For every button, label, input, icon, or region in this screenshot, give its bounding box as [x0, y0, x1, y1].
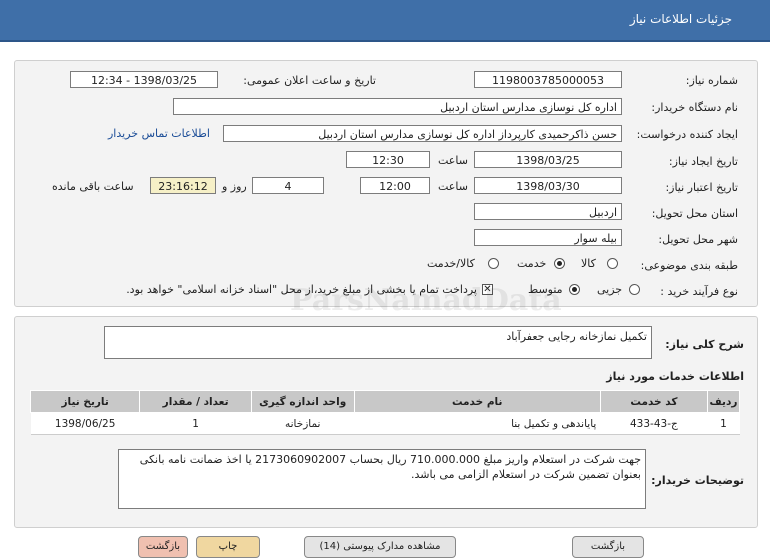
cell-service-code: ج-43-433	[600, 412, 708, 435]
days-field: 4	[252, 177, 324, 194]
cell-date: 1398/06/25	[30, 412, 140, 435]
category-label: طبقه بندی موضوعی:	[640, 259, 738, 272]
back-button-left[interactable]: بازگشت	[138, 536, 188, 558]
page-header: جزئیات اطلاعات نیاز	[0, 0, 770, 42]
category-service-label: خدمت	[517, 257, 547, 270]
summary-label: شرح کلی نیاز:	[665, 338, 744, 351]
back-button-right[interactable]: بازگشت	[572, 536, 644, 558]
process-medium-radio[interactable]	[569, 284, 580, 295]
announce-label: تاریخ و ساعت اعلان عمومی:	[243, 74, 376, 87]
cell-quantity: 1	[139, 412, 252, 435]
col-date: تاریخ نیاز	[29, 390, 141, 413]
cell-service-name: پایاندهی و تکمیل بنا	[354, 412, 601, 435]
requester-field: حسن ذاکرحمیدی کارپرداز اداره کل نوسازی م…	[223, 125, 622, 142]
cell-row: 1	[707, 412, 740, 435]
col-unit: واحد اندازه گیری	[250, 390, 355, 413]
category-both-radio[interactable]	[488, 258, 499, 269]
process-partial-label: جزیی	[597, 283, 623, 296]
summary-field: تکمیل نمازخانه رجایی جعفرآباد	[104, 326, 652, 359]
province-label: استان محل تحویل:	[651, 207, 738, 220]
col-row: ردیف	[706, 390, 741, 413]
created-time-field: 12:30	[346, 151, 430, 168]
remaining-time-field: 23:16:12	[150, 177, 216, 194]
process-medium-label: متوسط	[528, 283, 563, 296]
validity-time-label: ساعت	[438, 180, 468, 193]
requester-label: ایجاد کننده درخواست:	[636, 128, 738, 141]
treasury-payment-checkbox[interactable]: ✕	[482, 284, 493, 295]
attachments-button[interactable]: مشاهده مدارک پیوستی (14)	[304, 536, 456, 558]
services-table: تاریخ نیاز تعداد / مقدار واحد اندازه گیر…	[29, 390, 741, 435]
buyer-field: اداره کل نوسازی مدارس استان اردبیل	[173, 98, 622, 115]
created-date-field: 1398/03/25	[474, 151, 622, 168]
remaining-label: ساعت باقی مانده	[52, 180, 134, 193]
services-title: اطلاعات خدمات مورد نیاز	[606, 370, 744, 383]
validity-time-field: 12:00	[360, 177, 430, 194]
col-service-code: کد خدمت	[599, 390, 708, 413]
announce-field: 1398/03/25 - 12:34	[70, 71, 218, 88]
col-service-name: نام خدمت	[353, 390, 601, 413]
print-button[interactable]: چاپ	[196, 536, 260, 558]
process-type-label: نوع فرآیند خرید :	[660, 285, 738, 298]
category-goods-radio[interactable]	[607, 258, 618, 269]
page-title: جزئیات اطلاعات نیاز	[629, 12, 732, 26]
validity-date-field: 1398/03/30	[474, 177, 622, 194]
cell-unit: نمازخانه	[251, 412, 355, 435]
created-date-label: تاریخ ایجاد نیاز:	[668, 155, 738, 168]
category-service-radio[interactable]	[554, 258, 565, 269]
created-time-label: ساعت	[438, 154, 468, 167]
table-row: 1398/06/25 1 نمازخانه پایاندهی و تکمیل ب…	[30, 412, 740, 435]
process-partial-radio[interactable]	[629, 284, 640, 295]
city-label: شهر محل تحویل:	[658, 233, 738, 246]
buyer-notes-label: توضیحات خریدار:	[651, 474, 744, 487]
buyer-contact-link[interactable]: اطلاعات تماس خریدار	[108, 127, 210, 140]
days-label: روز و	[222, 180, 247, 193]
province-field: اردبیل	[474, 203, 622, 220]
validity-date-label: تاریخ اعتبار نیاز:	[665, 181, 738, 194]
need-number-label: شماره نیاز:	[685, 74, 738, 87]
category-both-label: کالا/خدمت	[427, 257, 475, 270]
city-field: بیله سوار	[474, 229, 622, 246]
buyer-notes-field: جهت شرکت در استعلام واریز مبلغ 710.000.0…	[118, 449, 646, 509]
services-header-row: تاریخ نیاز تعداد / مقدار واحد اندازه گیر…	[29, 390, 741, 413]
category-goods-label: کالا	[581, 257, 596, 270]
need-number-field: 1198003785000053	[474, 71, 622, 88]
col-quantity: تعداد / مقدار	[139, 390, 252, 413]
buyer-label: نام دستگاه خریدار:	[651, 101, 738, 114]
treasury-payment-note: پرداخت تمام یا بخشی از مبلغ خرید،از محل …	[126, 283, 477, 296]
